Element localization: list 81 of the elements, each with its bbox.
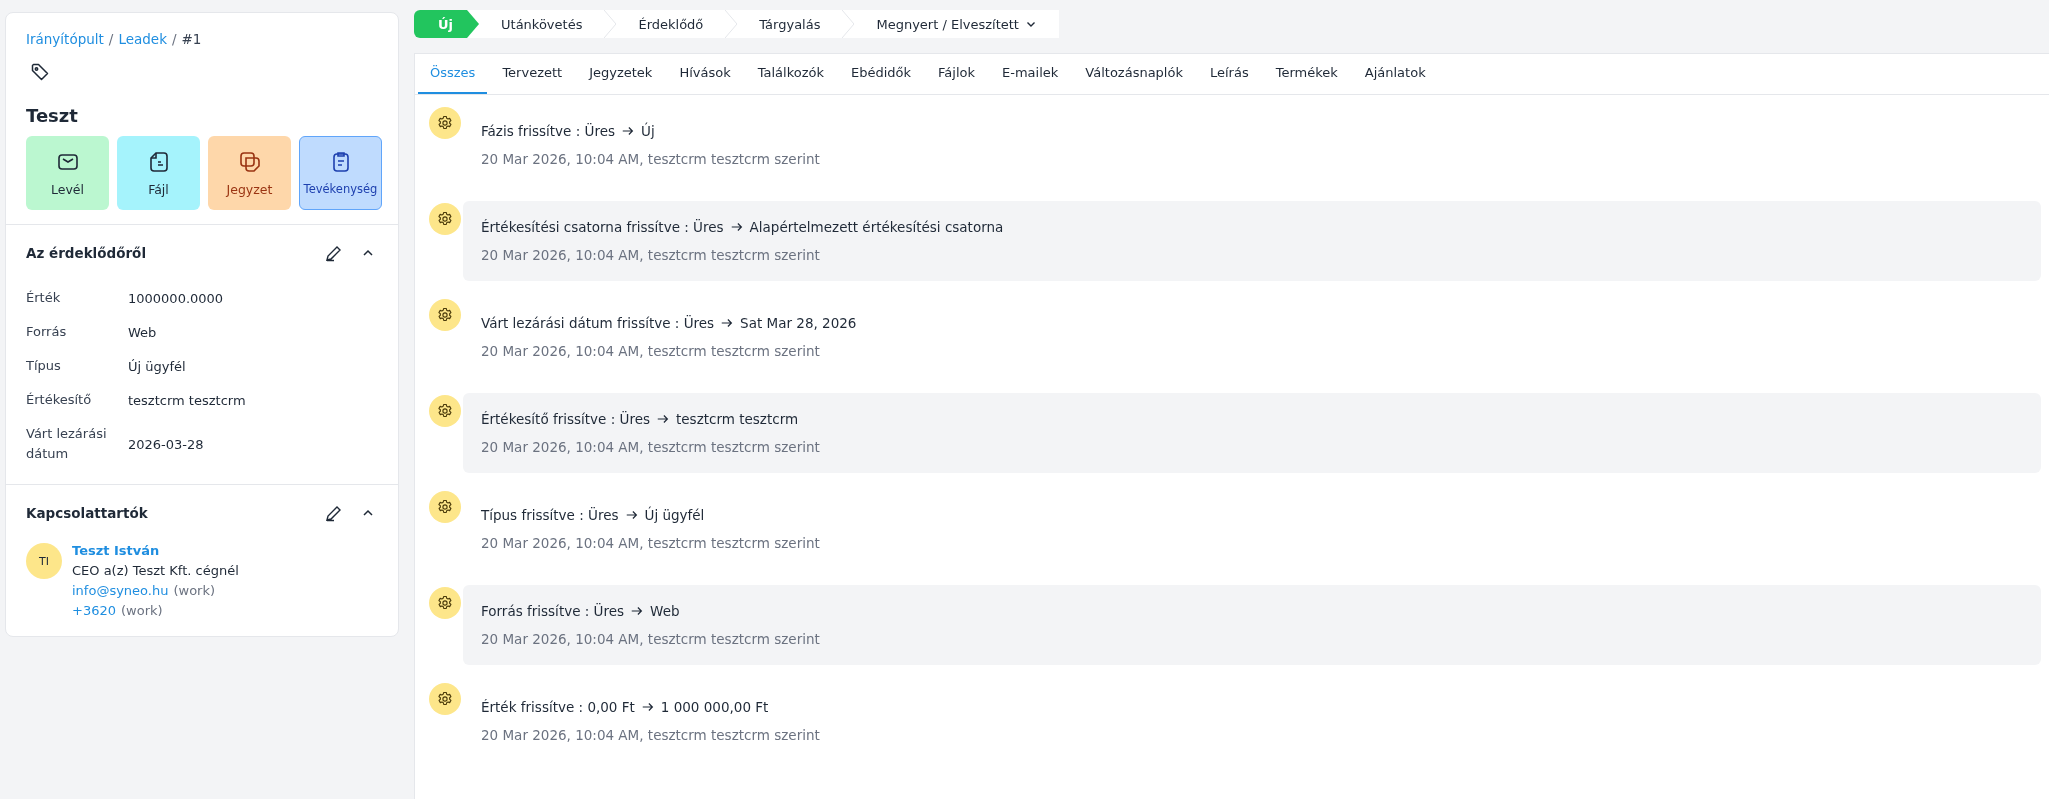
field-label: Várt lezárási dátum [26, 425, 108, 463]
breadcrumb-link[interactable]: Irányítópult [26, 31, 104, 47]
action-button[interactable]: Jegyzet [208, 136, 291, 210]
breadcrumb-link[interactable]: Leadek [118, 31, 167, 47]
breadcrumb-separator: / [171, 31, 177, 47]
arrow-right-icon [656, 412, 670, 426]
email-type: (work) [173, 583, 216, 598]
tab[interactable]: Találkozók [745, 54, 836, 94]
field-value: Új ügyfél [128, 358, 187, 374]
new-value: Új ügyfél [644, 507, 705, 523]
lead-title: Teszt [26, 105, 79, 126]
timestamp-text: 20 Mar 2026, 10:04 AM, tesztcrm tesztcrm szerint [481, 439, 821, 455]
arrow-right-icon [720, 316, 735, 330]
field-value: Web [128, 324, 158, 340]
timestamp-text: 20 Mar 2026, 10:04 AM, tesztcrm tesztcrm szerint [481, 343, 821, 359]
tab[interactable]: E-mailek [990, 54, 1071, 94]
new-value: tesztcrm tesztcrm [676, 411, 799, 427]
action-button[interactable]: Levél [26, 136, 109, 210]
gear-icon [429, 203, 461, 235]
email-link[interactable]: info@syneo.hu [72, 583, 169, 598]
change-text: Érték frissítve : 0,00 Ft [481, 699, 635, 715]
arrow-right-icon [621, 124, 636, 138]
tab[interactable]: Jegyzetek [577, 54, 665, 94]
gear-icon [429, 587, 461, 619]
new-value: 1 000 000,00 Ft [660, 699, 769, 715]
change-text: Forrás frissítve : Üres [481, 603, 625, 619]
new-value: Sat Mar 28, 2026 [740, 315, 857, 331]
tab[interactable]: Összes [418, 54, 488, 94]
field-label: Típus [26, 357, 62, 375]
timestamp-text: 20 Mar 2026, 10:04 AM, tesztcrm tesztcrm szerint [481, 631, 821, 647]
tab[interactable]: Hívások [667, 54, 743, 94]
timestamp-text: 20 Mar 2026, 10:04 AM, tesztcrm tesztcrm szerint [481, 247, 821, 263]
arrow-right-icon [630, 604, 645, 618]
contact-role: CEO a(z) Teszt Kft. cégnél [72, 563, 239, 578]
phone-type: (work) [121, 603, 163, 618]
note-icon [237, 149, 262, 174]
breadcrumb-current: #1 [181, 31, 202, 47]
gear-icon [429, 395, 461, 427]
action-button[interactable]: Fájl [117, 136, 200, 210]
new-value: Alapértelmezett értékesítési csatorna [749, 219, 1004, 235]
section-title: Kapcsolattartók [26, 505, 149, 521]
section-title: Az érdeklődőről [26, 245, 148, 261]
timestamp-text: 20 Mar 2026, 10:04 AM, tesztcrm tesztcrm szerint [481, 727, 821, 743]
tab[interactable]: Ajánlatok [1352, 54, 1438, 94]
breadcrumb-separator: / [108, 31, 114, 47]
new-value: Web [650, 603, 680, 619]
contact-name-link[interactable]: Teszt István [72, 543, 160, 558]
arrow-right-icon [729, 220, 744, 234]
arrow-right-icon [624, 508, 639, 522]
gear-icon [429, 491, 461, 523]
gear-icon [429, 299, 461, 331]
change-text: Várt lezárási dátum frissítve : Üres [481, 315, 715, 331]
chevron-divider-icon [604, 10, 617, 38]
change-text: Fázis frissítve : Üres [481, 123, 616, 139]
field-label: Forrás [26, 323, 68, 341]
tag-icon[interactable] [30, 62, 50, 82]
phone-link[interactable]: +3620 [72, 603, 116, 618]
change-text: Típus frissítve : Üres [481, 507, 619, 523]
field-label: Értékesítő [26, 391, 93, 409]
gear-icon [429, 683, 461, 715]
timestamp-text: 20 Mar 2026, 10:04 AM, tesztcrm tesztcrm szerint [481, 535, 821, 551]
change-text: Értékesítő frissítve : Üres [481, 411, 650, 427]
field-value: 2026-03-28 [128, 436, 205, 452]
change-text: Értékesítési csatorna frissítve : Üres [481, 219, 724, 235]
new-value: Új [641, 123, 655, 139]
field-value: 1000000.0000 [128, 290, 225, 306]
tab[interactable]: Tervezett [490, 54, 575, 94]
tab[interactable]: Ebédidők [839, 54, 924, 94]
tab[interactable]: Fájlok [926, 54, 988, 94]
action-button[interactable]: Tevékenység [299, 136, 382, 210]
avatar: TI [26, 543, 62, 579]
tab[interactable]: Változásnaplók [1073, 54, 1195, 94]
timestamp-text: 20 Mar 2026, 10:04 AM, tesztcrm tesztcrm szerint [481, 151, 821, 167]
chevron-divider-icon [842, 10, 855, 38]
gear-icon [429, 107, 461, 139]
tab[interactable]: Termékek [1263, 54, 1350, 94]
arrow-right-icon [640, 700, 655, 714]
field-label: Érték [26, 289, 62, 307]
chevron-divider-icon [725, 10, 738, 38]
tab[interactable]: Leírás [1197, 54, 1261, 94]
field-value: tesztcrm tesztcrm [128, 392, 247, 408]
